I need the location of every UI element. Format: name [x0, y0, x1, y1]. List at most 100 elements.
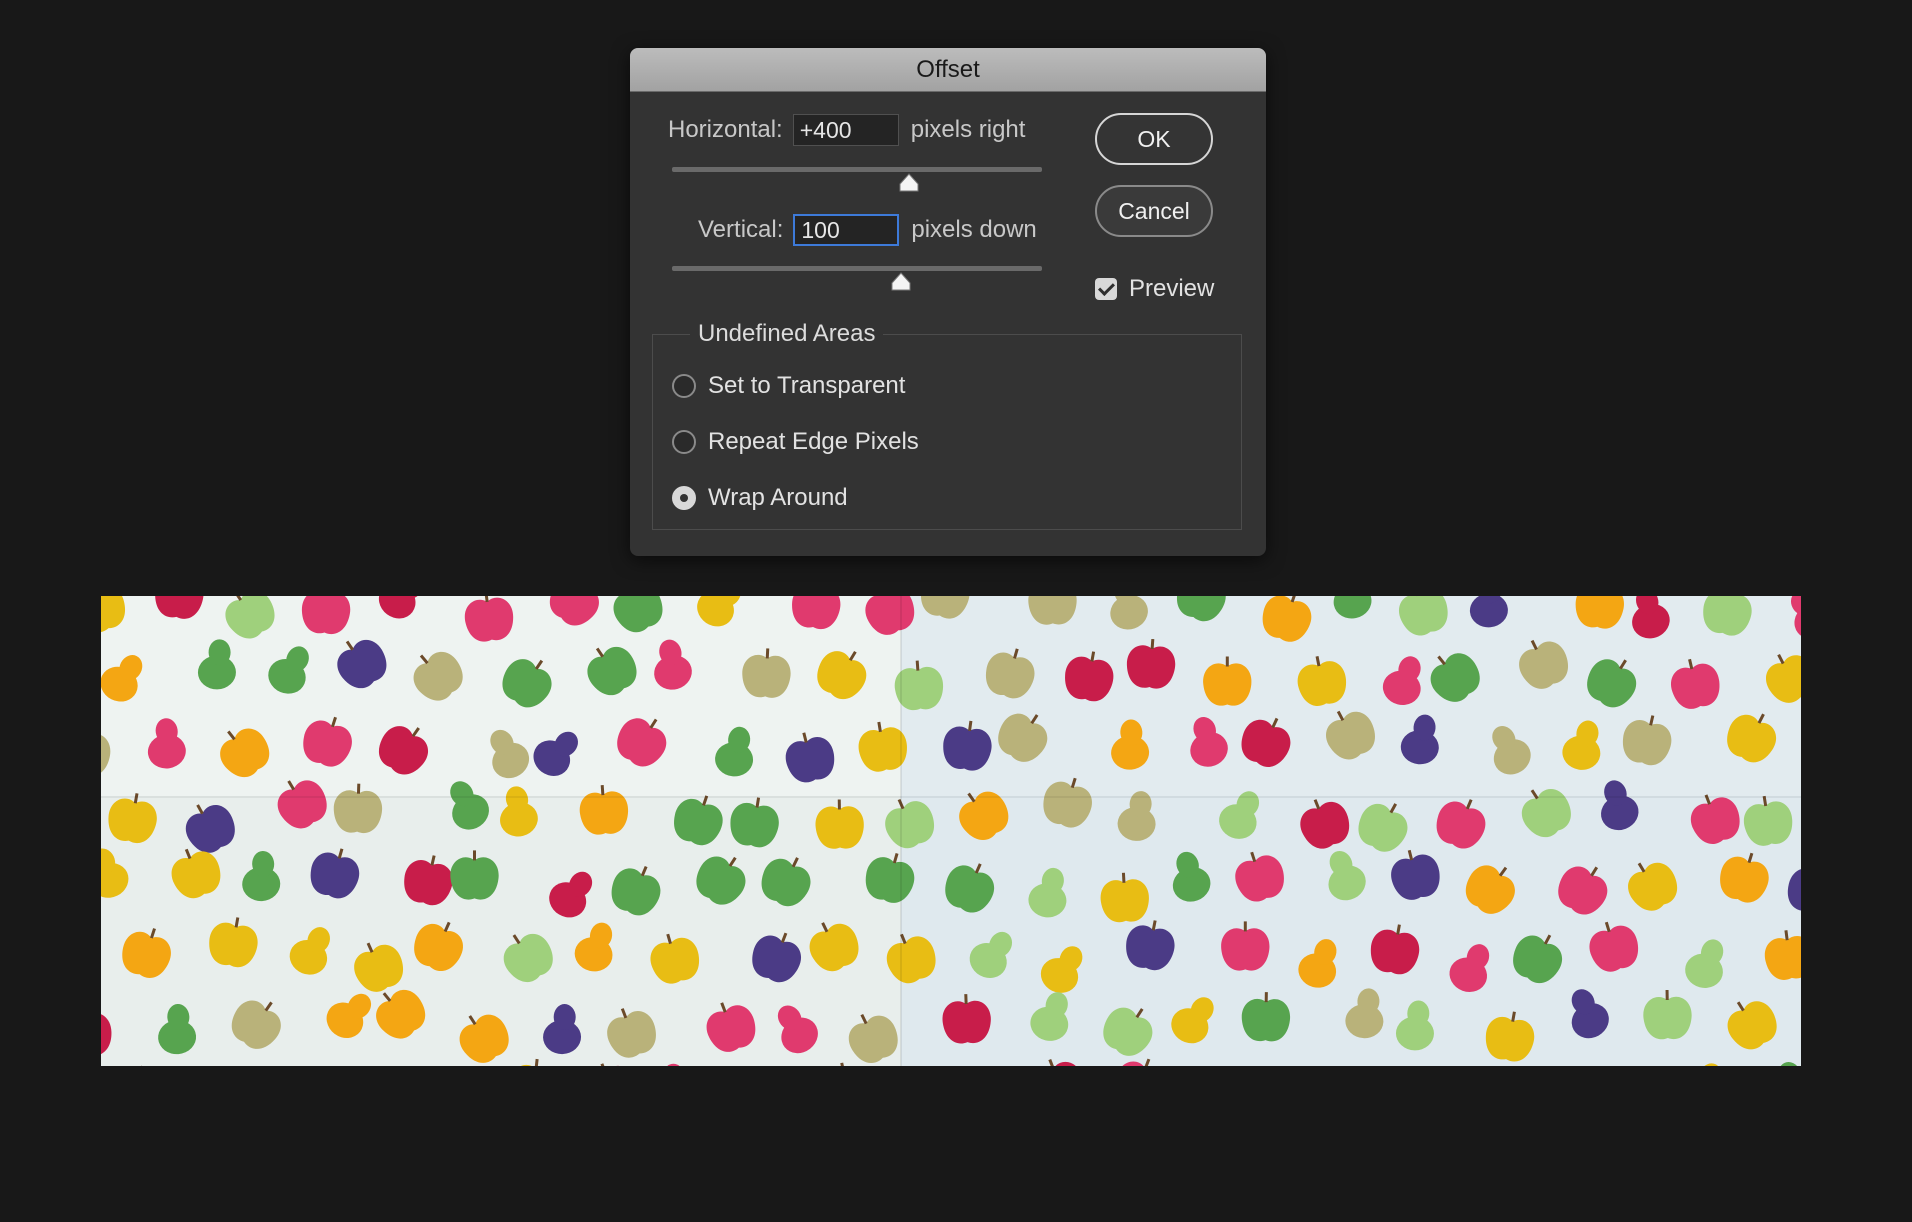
- apple-shape: [901, 1064, 963, 1066]
- apple-shape: [136, 1065, 145, 1066]
- apple-shape: [1028, 596, 1077, 625]
- apple-shape: [1235, 851, 1284, 902]
- apple-shape: [696, 856, 746, 905]
- apple-shape: [998, 713, 1048, 762]
- apple-shape: [865, 596, 915, 635]
- radio-button-selected[interactable]: [672, 486, 696, 510]
- pear-shape: [1449, 944, 1490, 992]
- apple-shape: [1034, 1058, 1084, 1066]
- radio-set-to-transparent[interactable]: Set to Transparent: [672, 372, 905, 400]
- apple-shape: [333, 783, 382, 834]
- horizontal-input[interactable]: [792, 114, 899, 146]
- apple-shape: [1115, 1058, 1165, 1066]
- preview-checkbox[interactable]: [1095, 278, 1117, 300]
- apple-shape: [101, 596, 125, 633]
- apple-shape: [848, 1013, 898, 1063]
- pear-shape: [500, 786, 538, 837]
- radio-repeat-edge-pixels[interactable]: Repeat Edge Pixels: [672, 428, 919, 456]
- pear-shape: [1111, 719, 1150, 770]
- pear-shape: [1190, 716, 1228, 767]
- vertical-slider-track[interactable]: [672, 266, 1042, 271]
- apple-shape: [354, 942, 404, 992]
- apple-shape: [1799, 1001, 1801, 1065]
- apple-shape: [379, 726, 428, 775]
- apple-shape: [1221, 921, 1270, 971]
- radio-button[interactable]: [672, 374, 696, 398]
- apple-shape: [943, 720, 992, 771]
- radio-button[interactable]: [672, 430, 696, 454]
- horizontal-slider-thumb[interactable]: [898, 173, 920, 193]
- pear-shape: [1601, 780, 1639, 831]
- radio-wrap-around[interactable]: Wrap Around: [672, 484, 848, 512]
- vertical-input[interactable]: [793, 214, 900, 246]
- pear-shape: [1028, 867, 1067, 918]
- dialog-title: Offset: [916, 55, 980, 83]
- apple-shape: [942, 994, 991, 1044]
- apple-shape: [225, 596, 275, 639]
- pear-shape: [654, 639, 692, 690]
- pear-shape: [1298, 939, 1337, 988]
- apple-shape: [404, 855, 453, 906]
- apple-shape: [209, 917, 258, 968]
- apple-shape: [277, 780, 327, 829]
- pear-shape: [543, 1004, 582, 1055]
- apple-shape: [730, 797, 779, 848]
- apple-shape: [122, 928, 171, 978]
- pear-shape: [715, 726, 754, 777]
- apple-shape: [1126, 638, 1176, 689]
- pear-shape: [158, 1003, 197, 1055]
- preview-checkbox-row[interactable]: Preview: [1095, 275, 1214, 303]
- pear-shape: [1469, 596, 1508, 628]
- vertical-row: Vertical: pixels down: [698, 214, 1037, 246]
- apple-shape: [502, 659, 552, 708]
- apple-shape: [945, 863, 995, 913]
- undefined-areas-title: Undefined Areas: [690, 320, 884, 348]
- apple-shape: [101, 732, 111, 776]
- apple-shape: [1671, 658, 1720, 709]
- pear-shape: [268, 646, 309, 694]
- apple-shape: [1575, 596, 1624, 629]
- pear-shape: [1400, 714, 1439, 765]
- apple-shape: [1430, 653, 1480, 702]
- apple-shape: [1766, 653, 1801, 703]
- pear-shape: [378, 596, 424, 619]
- pear-shape: [574, 922, 613, 972]
- ok-button[interactable]: OK: [1095, 113, 1213, 165]
- pear-shape: [197, 639, 236, 690]
- image-canvas[interactable]: [101, 596, 1801, 1066]
- apple-shape: [959, 791, 1009, 840]
- vertical-slider-thumb[interactable]: [890, 272, 912, 292]
- apple-shape: [1720, 852, 1769, 903]
- apple-shape: [450, 850, 499, 900]
- apple-shape: [1513, 934, 1563, 984]
- apple-shape: [1436, 799, 1486, 849]
- apple-shape: [1558, 866, 1608, 915]
- pear-shape: [1685, 939, 1724, 988]
- apple-shape: [1465, 865, 1515, 914]
- pear-shape: [1562, 720, 1601, 770]
- apple-shape: [510, 1058, 559, 1066]
- dialog-titlebar[interactable]: Offset: [630, 48, 1266, 92]
- pear-shape: [667, 1063, 680, 1066]
- apple-shape: [459, 1014, 509, 1063]
- apple-shape: [817, 650, 867, 700]
- pear-shape: [1790, 596, 1801, 639]
- offset-dialog: Offset Horizontal: pixels right Vertical…: [630, 48, 1266, 556]
- apple-shape: [310, 848, 360, 899]
- pear-shape: [1030, 992, 1069, 1041]
- apple-shape: [1743, 795, 1793, 846]
- cancel-button[interactable]: Cancel: [1095, 185, 1213, 237]
- apple-shape: [414, 921, 464, 972]
- horizontal-row: Horizontal: pixels right: [668, 114, 1025, 146]
- apple-shape: [1241, 992, 1290, 1042]
- apple-shape: [1643, 989, 1692, 1040]
- horizontal-slider-track[interactable]: [672, 167, 1042, 172]
- apple-shape: [1521, 788, 1571, 838]
- apple-shape: [885, 798, 935, 849]
- pear-shape: [1212, 1062, 1264, 1066]
- apple-shape: [611, 865, 661, 916]
- apple-shape: [337, 639, 387, 689]
- apple-shape: [742, 648, 791, 698]
- apple-shape: [752, 932, 802, 983]
- apple-shape: [1485, 1011, 1535, 1062]
